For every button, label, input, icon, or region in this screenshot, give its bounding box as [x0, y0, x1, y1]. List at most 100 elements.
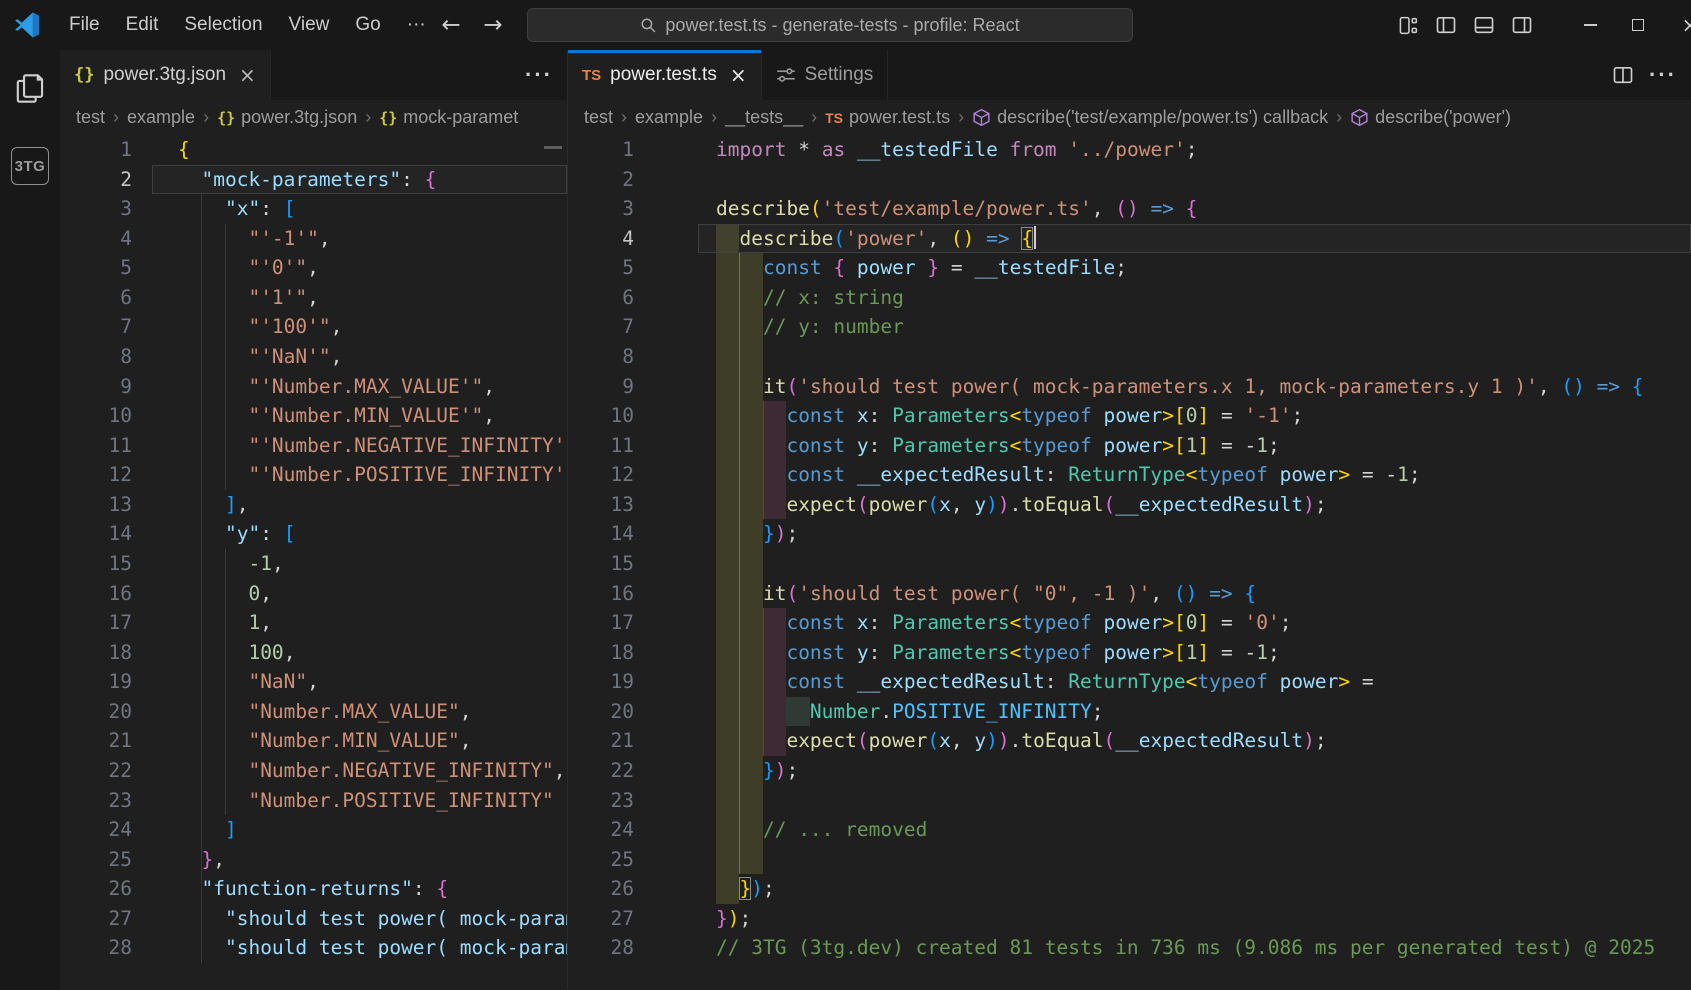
code-line[interactable]: 7 // y: number — [568, 312, 1691, 342]
code-line[interactable]: 5 "'0'", — [60, 253, 567, 283]
code-line[interactable]: 26 "function-returns": { — [60, 874, 567, 904]
more-actions-icon[interactable]: ··· — [1649, 62, 1677, 88]
toggle-panel-icon[interactable] — [1465, 0, 1503, 50]
code-line[interactable]: 18 100, — [60, 638, 567, 668]
menu-item-edit[interactable]: Edit — [113, 0, 172, 50]
left-editor[interactable]: 1{2 "mock-parameters": {3 "x": [4 "'-1'"… — [60, 135, 567, 990]
code-text: "Number.POSITIVE_INFINITY" — [178, 786, 554, 816]
split-editor-icon[interactable] — [1613, 65, 1633, 85]
code-line[interactable]: 8 — [568, 342, 1691, 372]
code-line[interactable]: 1{ — [60, 135, 567, 165]
code-line[interactable]: 11 const y: Parameters<typeof power>[1] … — [568, 431, 1691, 461]
code-text: "'-1'", — [178, 224, 331, 254]
tab-close-icon[interactable]: × — [239, 63, 256, 87]
window-close-button[interactable]: × — [1661, 0, 1691, 50]
toggle-primary-sidebar-icon[interactable] — [1427, 0, 1465, 50]
line-number: 2 — [568, 165, 634, 195]
code-line[interactable]: 18 const y: Parameters<typeof power>[1] … — [568, 638, 1691, 668]
code-line[interactable]: 5 const { power } = __testedFile; — [568, 253, 1691, 283]
customize-layout-icon[interactable] — [1389, 0, 1427, 50]
code-line[interactable]: 1import * as __testedFile from '../power… — [568, 135, 1691, 165]
code-line[interactable]: 25 — [568, 845, 1691, 875]
code-line[interactable]: 9 it('should test power( mock-parameters… — [568, 372, 1691, 402]
breadcrumb-item[interactable]: __tests__ — [725, 107, 803, 128]
code-line[interactable]: 6 "'1'", — [60, 283, 567, 313]
code-line[interactable]: 22 "Number.NEGATIVE_INFINITY", — [60, 756, 567, 786]
code-line[interactable]: 19 "NaN", — [60, 667, 567, 697]
code-line[interactable]: 11 "'Number.NEGATIVE_INFINITY'", — [60, 431, 567, 461]
code-line[interactable]: 21 "Number.MIN_VALUE", — [60, 726, 567, 756]
code-line[interactable]: 2 — [568, 165, 1691, 195]
breadcrumb-item[interactable]: describe('power') — [1350, 107, 1511, 128]
nav-forward-icon[interactable]: → — [479, 12, 507, 38]
code-line[interactable]: 24 // ... removed — [568, 815, 1691, 845]
breadcrumb-item[interactable]: TSpower.test.ts — [825, 107, 950, 128]
code-line[interactable]: 4 "'-1'", — [60, 224, 567, 254]
code-line[interactable]: 6 // x: string — [568, 283, 1691, 313]
left-tab-bar: {} power.3tg.json × ··· — [60, 50, 567, 100]
window-minimize-button[interactable] — [1567, 0, 1614, 50]
code-line[interactable]: 27}); — [568, 904, 1691, 934]
code-line[interactable]: 24 ] — [60, 815, 567, 845]
code-line[interactable]: 19 const __expectedResult: ReturnType<ty… — [568, 667, 1691, 697]
code-line[interactable]: 17 const x: Parameters<typeof power>[0] … — [568, 608, 1691, 638]
3tg-extension-icon[interactable]: 3TG — [6, 142, 54, 190]
code-line[interactable]: 13 expect(power(x, y)).toEqual(__expecte… — [568, 490, 1691, 520]
code-line[interactable]: 20 Number.POSITIVE_INFINITY; — [568, 697, 1691, 727]
code-line[interactable]: 8 "'NaN'", — [60, 342, 567, 372]
breadcrumb-item[interactable]: test — [76, 107, 105, 128]
code-line[interactable]: 20 "Number.MAX_VALUE", — [60, 697, 567, 727]
code-line[interactable]: 26 }); — [568, 874, 1691, 904]
breadcrumb-item[interactable]: {}mock-paramet — [379, 107, 518, 128]
code-line[interactable]: 15 — [568, 549, 1691, 579]
code-line[interactable]: 10 "'Number.MIN_VALUE'", — [60, 401, 567, 431]
code-line[interactable]: 12 "'Number.POSITIVE_INFINITY'" — [60, 460, 567, 490]
copy-files-icon[interactable] — [6, 64, 54, 112]
code-line[interactable]: 16 it('should test power( "0", -1 )', ()… — [568, 579, 1691, 609]
tab-power-3tg-json[interactable]: {} power.3tg.json × — [60, 50, 271, 100]
code-line[interactable]: 14 "y": [ — [60, 519, 567, 549]
tab-power-test-ts[interactable]: TSpower.test.ts× — [568, 50, 762, 100]
command-center-search[interactable]: power.test.ts - generate-tests - profile… — [527, 8, 1133, 42]
code-line[interactable]: 12 const __expectedResult: ReturnType<ty… — [568, 460, 1691, 490]
menu-item-selection[interactable]: Selection — [171, 0, 275, 50]
nav-back-icon[interactable]: ← — [437, 12, 465, 38]
breadcrumb-item[interactable]: test — [584, 107, 613, 128]
code-line[interactable]: 28// 3TG (3tg.dev) created 81 tests in 7… — [568, 933, 1691, 963]
code-line[interactable]: 16 0, — [60, 579, 567, 609]
menu-item-view[interactable]: View — [276, 0, 343, 50]
breadcrumb-item[interactable]: example — [127, 107, 195, 128]
tab-close-icon[interactable]: × — [730, 63, 747, 87]
menu-item-file[interactable]: File — [56, 0, 113, 50]
code-line[interactable]: 23 — [568, 786, 1691, 816]
code-line[interactable]: 27 "should test power( mock-paramet — [60, 904, 567, 934]
code-line[interactable]: 2 "mock-parameters": { — [60, 165, 567, 195]
breadcrumb-item[interactable]: example — [635, 107, 703, 128]
code-text: ], — [178, 490, 248, 520]
code-line[interactable]: 3 "x": [ — [60, 194, 567, 224]
code-line[interactable]: 15 -1, — [60, 549, 567, 579]
code-line[interactable]: 9 "'Number.MAX_VALUE'", — [60, 372, 567, 402]
window-maximize-button[interactable] — [1614, 0, 1661, 50]
code-line[interactable]: 7 "'100'", — [60, 312, 567, 342]
code-line[interactable]: 14 }); — [568, 519, 1691, 549]
tab-settings[interactable]: Settings — [762, 50, 889, 100]
line-number: 6 — [568, 283, 634, 313]
code-line[interactable]: 4 describe('power', () => { — [568, 224, 1691, 254]
code-line[interactable]: 17 1, — [60, 608, 567, 638]
more-actions-icon[interactable]: ··· — [525, 62, 553, 88]
code-line[interactable]: 22 }); — [568, 756, 1691, 786]
code-line[interactable]: 13 ], — [60, 490, 567, 520]
menu-item-go[interactable]: Go — [342, 0, 393, 50]
code-line[interactable]: 10 const x: Parameters<typeof power>[0] … — [568, 401, 1691, 431]
code-line[interactable]: 25 }, — [60, 845, 567, 875]
code-line[interactable]: 28 "should test power( mock-paramet — [60, 933, 567, 963]
breadcrumb-item[interactable]: describe('test/example/power.ts') callba… — [972, 107, 1328, 128]
toggle-secondary-sidebar-icon[interactable] — [1503, 0, 1541, 50]
code-line[interactable]: 21 expect(power(x, y)).toEqual(__expecte… — [568, 726, 1691, 756]
menu-item-[interactable]: ··· — [394, 0, 439, 50]
breadcrumb-item[interactable]: {}power.3tg.json — [217, 107, 357, 128]
right-editor[interactable]: 1import * as __testedFile from '../power… — [568, 135, 1691, 990]
code-line[interactable]: 23 "Number.POSITIVE_INFINITY" — [60, 786, 567, 816]
code-line[interactable]: 3describe('test/example/power.ts', () =>… — [568, 194, 1691, 224]
